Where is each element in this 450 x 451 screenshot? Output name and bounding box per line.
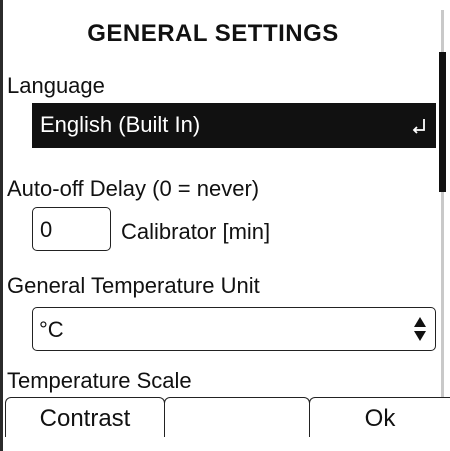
- contrast-softkey-label: Contrast: [39, 405, 131, 432]
- language-value: English (Built In): [40, 112, 201, 137]
- temperature-scale-label: Temperature Scale: [7, 368, 192, 393]
- temperature-unit-value: °C: [39, 317, 64, 342]
- screen-frame-edge: [0, 0, 3, 451]
- auto-off-delay-input[interactable]: 0: [32, 207, 111, 251]
- temperature-unit-select[interactable]: °C: [32, 307, 436, 351]
- settings-screen: GENERAL SETTINGS Language English (Built…: [0, 0, 450, 451]
- middle-softkey[interactable]: [164, 397, 310, 437]
- softkey-bar: Contrast Ok: [0, 397, 450, 451]
- temperature-unit-label: General Temperature Unit: [7, 273, 260, 298]
- up-down-spin-icon: [414, 317, 426, 341]
- auto-off-delay-label: Auto-off Delay (0 = never): [7, 176, 260, 201]
- auto-off-delay-unit-label: Calibrator [min]: [121, 219, 271, 244]
- language-label: Language: [7, 73, 105, 98]
- scrollbar-thumb[interactable]: [439, 52, 446, 192]
- language-select[interactable]: English (Built In): [32, 103, 436, 148]
- ok-softkey[interactable]: Ok: [309, 397, 450, 437]
- contrast-softkey[interactable]: Contrast: [5, 397, 165, 437]
- page-title: GENERAL SETTINGS: [87, 20, 339, 47]
- auto-off-delay-value: 0: [40, 217, 53, 242]
- enter-icon: [412, 119, 425, 134]
- ok-softkey-label: Ok: [364, 405, 396, 432]
